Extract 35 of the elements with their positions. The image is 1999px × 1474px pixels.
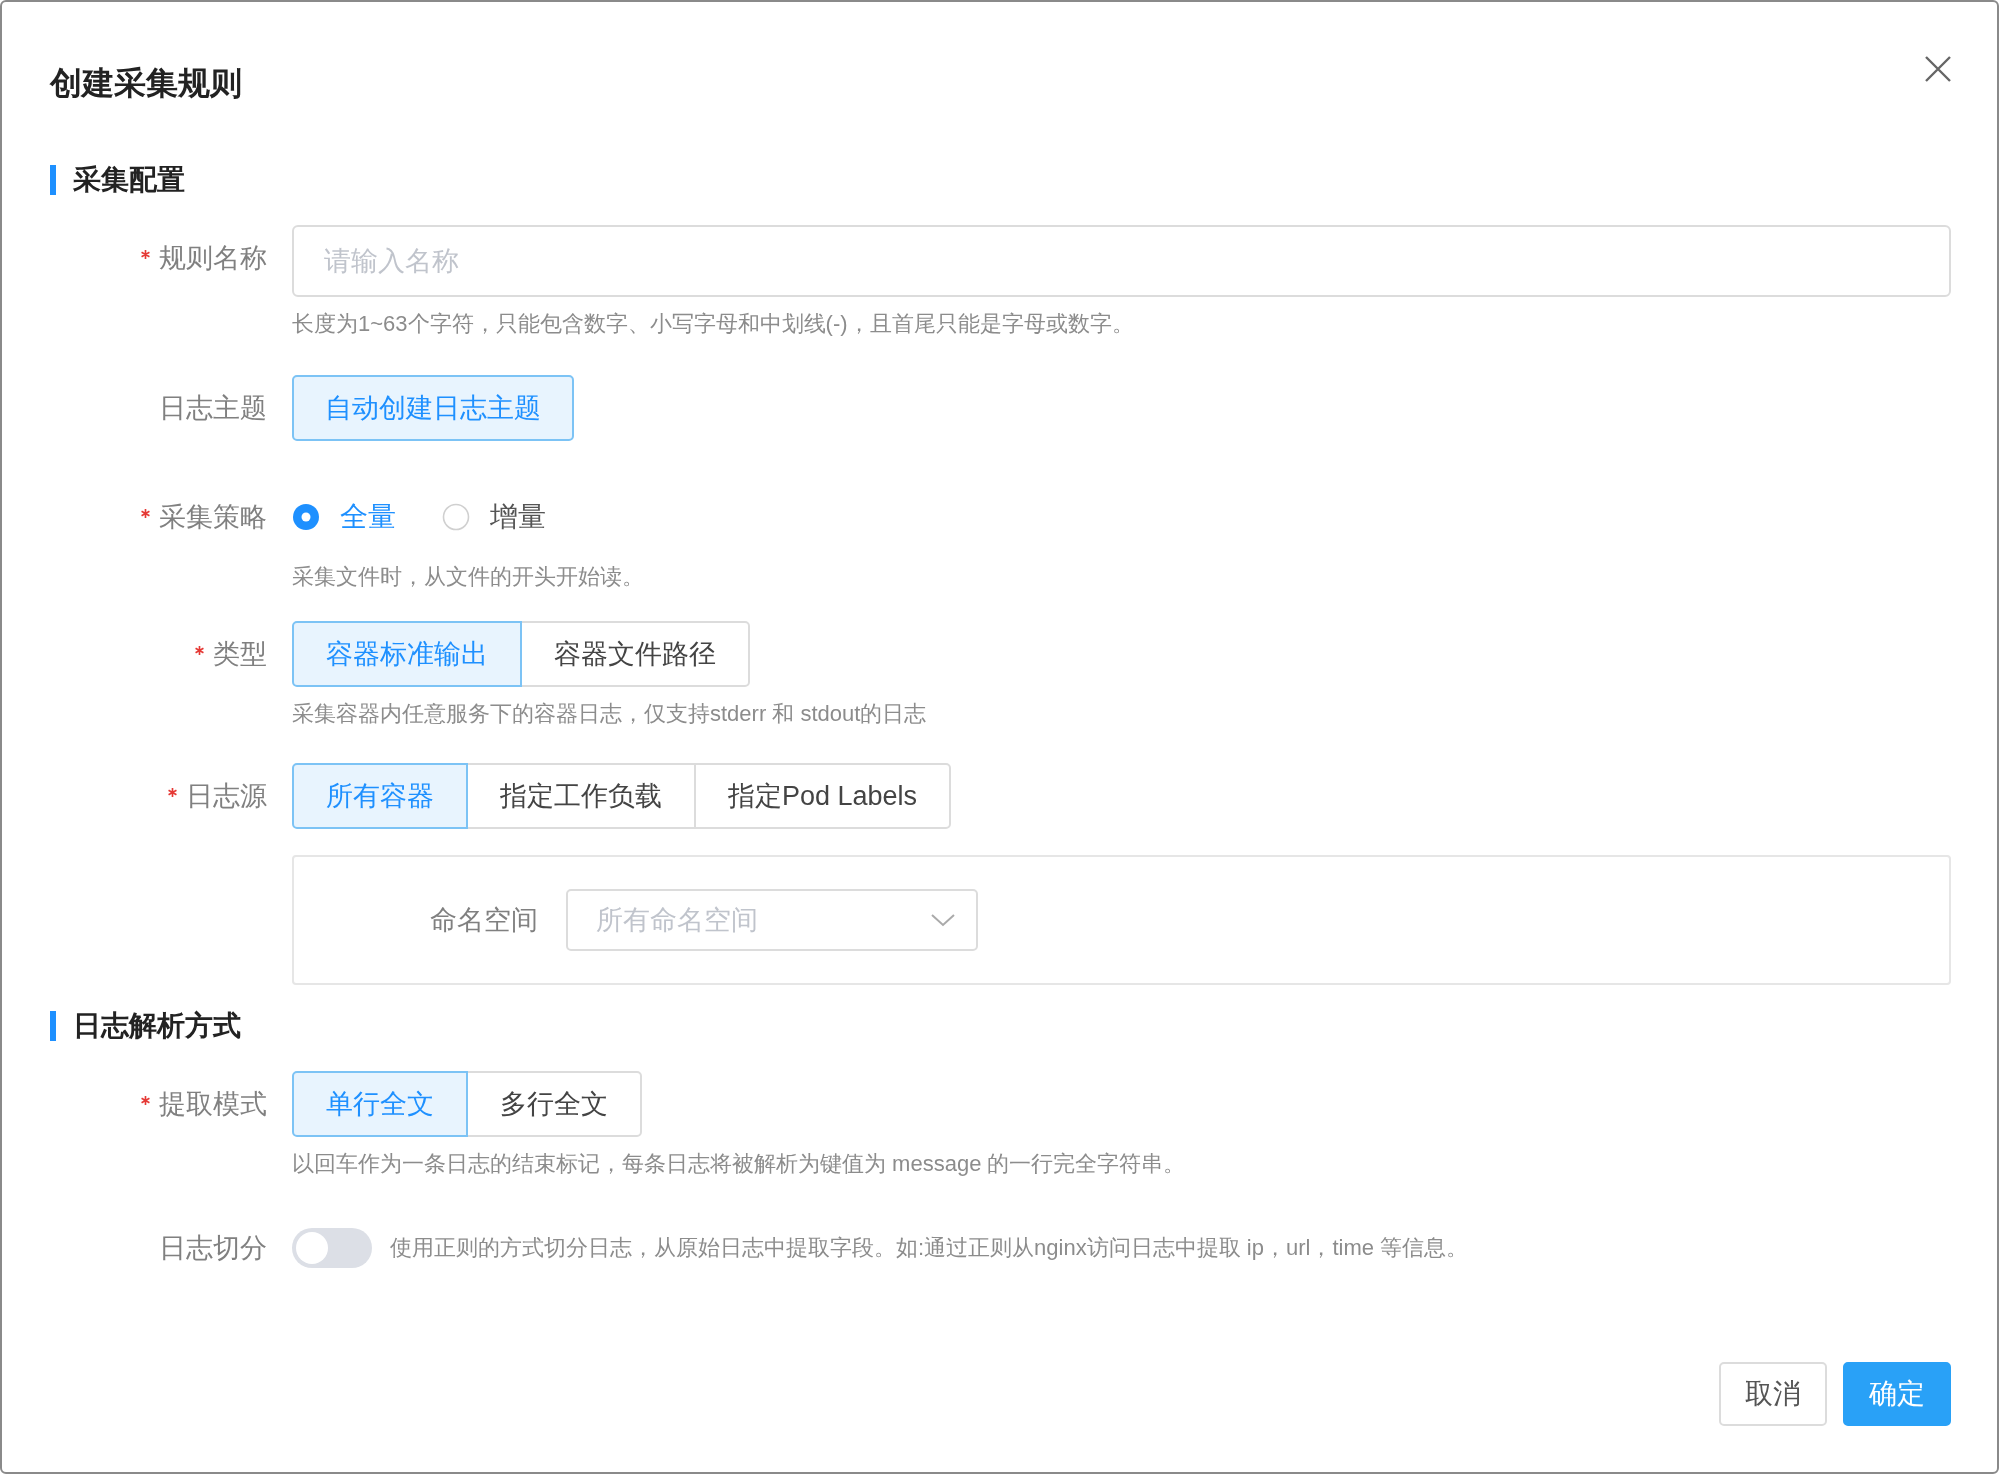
field-label: 日志切分 (159, 1232, 267, 1265)
namespace-label: 命名空间 (430, 904, 538, 937)
field-label: 采集策略 (159, 501, 267, 534)
auto-create-topic-button[interactable]: 自动创建日志主题 (292, 375, 574, 441)
cancel-button[interactable]: 取消 (1719, 1362, 1827, 1426)
close-icon[interactable] (1923, 53, 1953, 84)
segment-tab[interactable]: 多行全文 (466, 1071, 642, 1137)
section-heading: 采集配置 (50, 165, 1951, 195)
dialog-title: 创建采集规则 (50, 63, 242, 103)
radio-icon[interactable] (292, 503, 320, 531)
segment-tab[interactable]: 单行全文 (292, 1071, 468, 1137)
radio-option[interactable]: 全量 (292, 498, 396, 536)
field-hint: 采集文件时，从文件的开头开始读。 (292, 563, 645, 591)
field-hint: 以回车作为一条日志的结束标记，每条日志将被解析为键值为 message 的一行完全字符串。 (292, 1150, 1187, 1178)
field-hint: 采集容器内任意服务下的容器日志，仅支持stderr 和 stdout的日志 (292, 700, 928, 728)
chevron-down-icon (930, 912, 956, 928)
confirm-button[interactable]: 确定 (1843, 1362, 1951, 1426)
field-label: 规则名称 (159, 242, 267, 275)
rule-name-input[interactable]: 请输入名称 (292, 225, 1951, 297)
field-label: 提取模式 (159, 1088, 267, 1121)
segment-tab[interactable]: 指定Pod Labels (694, 763, 952, 829)
radio-icon[interactable] (442, 503, 470, 531)
segment-tab[interactable]: 所有容器 (292, 763, 468, 829)
toggle-switch[interactable] (292, 1228, 372, 1268)
namespace-select[interactable]: 所有命名空间 (566, 889, 978, 951)
field-label: 日志源 (186, 780, 267, 813)
switch-description: 使用正则的方式切分日志，从原始日志中提取字段。如:通过正则从nginx访问日志中提取 ip，url，time 等信息。 (390, 1234, 1469, 1262)
field-label: 日志主题 (159, 392, 267, 425)
segment-tab[interactable]: 容器文件路径 (520, 621, 750, 687)
section-heading: 日志解析方式 (50, 1011, 1951, 1041)
segment-tab[interactable]: 指定工作负载 (466, 763, 696, 829)
field-label: 类型 (213, 638, 267, 671)
radio-option[interactable]: 增量 (442, 498, 546, 536)
segment-tab[interactable]: 容器标准输出 (292, 621, 522, 687)
field-hint: 长度为1~63个字符，只能包含数字、小写字母和中划线(-)，且首尾只能是字母或数字。 (292, 310, 1135, 338)
